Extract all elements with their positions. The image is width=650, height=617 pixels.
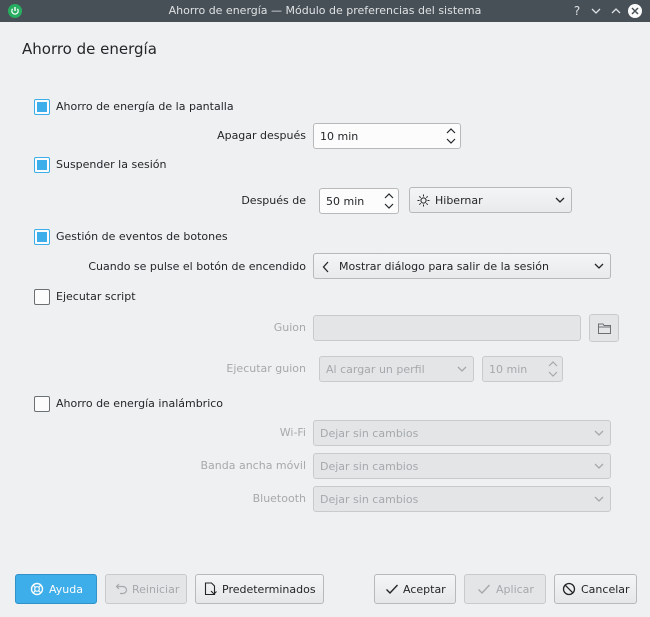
wireless-saving-checkbox[interactable] bbox=[34, 396, 50, 412]
chevron-down-icon bbox=[594, 496, 604, 502]
bluetooth-value: Dejar sin cambios bbox=[320, 493, 419, 506]
chevron-down-icon bbox=[594, 263, 604, 269]
bluetooth-combo[interactable]: Dejar sin cambios bbox=[313, 486, 611, 512]
chevron-down-icon bbox=[594, 430, 604, 436]
suspend-action-value: Hibernar bbox=[435, 194, 483, 207]
defaults-button[interactable]: Predeterminados bbox=[195, 574, 324, 604]
mobile-broadband-value: Dejar sin cambios bbox=[320, 460, 419, 473]
chevron-down-icon bbox=[555, 197, 565, 203]
power-button-combo[interactable]: Mostrar diálogo para salir de la sesión bbox=[313, 253, 611, 279]
wifi-label: Wi-Fi bbox=[279, 426, 306, 439]
spin-arrows-icon[interactable] bbox=[446, 127, 456, 145]
help-icon[interactable]: ? bbox=[569, 3, 585, 19]
suspend-after-label: Después de bbox=[241, 194, 306, 207]
close-icon[interactable] bbox=[627, 3, 643, 19]
mobile-broadband-label: Banda ancha móvil bbox=[200, 459, 306, 472]
suspend-action-combo[interactable]: Hibernar bbox=[409, 187, 572, 213]
apply-button-label: Aplicar bbox=[496, 583, 534, 596]
chevron-down-icon bbox=[457, 366, 467, 372]
accept-button-label: Aceptar bbox=[403, 583, 446, 596]
suspend-after-spinbox[interactable]: 50 min bbox=[319, 188, 399, 214]
mobile-broadband-combo[interactable]: Dejar sin cambios bbox=[313, 453, 611, 479]
cancel-icon bbox=[562, 582, 576, 596]
folder-icon bbox=[598, 323, 611, 334]
script-path-input[interactable] bbox=[313, 315, 581, 341]
cancel-button-label: Cancelar bbox=[581, 583, 630, 596]
apply-button[interactable]: Aplicar bbox=[464, 574, 546, 604]
cancel-button[interactable]: Cancelar bbox=[554, 574, 637, 604]
checkmark-icon bbox=[386, 584, 399, 595]
defaults-button-label: Predeterminados bbox=[222, 583, 316, 596]
run-script-when-label: Ejecutar guion bbox=[226, 362, 306, 375]
page-title: Ahorro de energía bbox=[22, 40, 157, 58]
undo-icon bbox=[115, 583, 128, 595]
power-button-label: Cuando se pulse el botón de encendido bbox=[88, 260, 306, 273]
suspend-after-value: 50 min bbox=[326, 195, 365, 208]
off-after-label: Apagar después bbox=[217, 129, 306, 142]
off-after-value: 10 min bbox=[320, 130, 359, 143]
maximize-icon[interactable] bbox=[608, 3, 624, 19]
spin-arrows-icon[interactable] bbox=[548, 360, 558, 378]
run-script-checkbox[interactable] bbox=[34, 289, 50, 305]
power-button-value: Mostrar diálogo para salir de la sesión bbox=[339, 260, 549, 273]
suspend-label: Suspender la sesión bbox=[56, 158, 167, 171]
hibernate-icon bbox=[417, 194, 430, 207]
minimize-icon[interactable] bbox=[588, 3, 604, 19]
checkmark-icon bbox=[478, 584, 491, 595]
help-button[interactable]: Ayuda bbox=[15, 574, 97, 604]
run-delay-spinbox[interactable]: 10 min bbox=[482, 356, 563, 382]
title-bar: Ahorro de energía — Módulo de preferenci… bbox=[0, 0, 650, 22]
run-delay-value: 10 min bbox=[489, 363, 528, 376]
button-events-label: Gestión de eventos de botones bbox=[56, 230, 228, 243]
accept-button[interactable]: Aceptar bbox=[374, 574, 456, 604]
chevron-down-icon bbox=[594, 463, 604, 469]
screen-saving-label: Ahorro de energía de la pantalla bbox=[56, 100, 234, 113]
script-label: Guion bbox=[273, 321, 306, 334]
window-title: Ahorro de energía — Módulo de preferenci… bbox=[168, 4, 482, 17]
spin-arrows-icon[interactable] bbox=[384, 192, 394, 210]
help-button-label: Ayuda bbox=[49, 583, 83, 596]
bluetooth-label: Bluetooth bbox=[252, 492, 306, 505]
document-defaults-icon bbox=[204, 582, 217, 596]
reset-button[interactable]: Reiniciar bbox=[105, 574, 187, 604]
screen-saving-checkbox[interactable] bbox=[34, 99, 50, 115]
off-after-spinbox[interactable]: 10 min bbox=[313, 123, 461, 149]
lifebuoy-icon bbox=[30, 582, 44, 596]
run-script-label: Ejecutar script bbox=[56, 290, 136, 303]
wireless-saving-label: Ahorro de energía inalámbrico bbox=[56, 397, 224, 410]
browse-folder-button[interactable] bbox=[589, 314, 619, 342]
run-when-value: Al cargar un perfil bbox=[326, 363, 425, 376]
run-when-combo[interactable]: Al cargar un perfil bbox=[319, 356, 474, 382]
wifi-value: Dejar sin cambios bbox=[320, 427, 419, 440]
reset-button-label: Reiniciar bbox=[132, 583, 180, 596]
suspend-checkbox[interactable] bbox=[34, 157, 50, 173]
logout-dialog-icon bbox=[322, 261, 329, 273]
button-events-checkbox[interactable] bbox=[34, 229, 50, 245]
wifi-combo[interactable]: Dejar sin cambios bbox=[313, 420, 611, 446]
